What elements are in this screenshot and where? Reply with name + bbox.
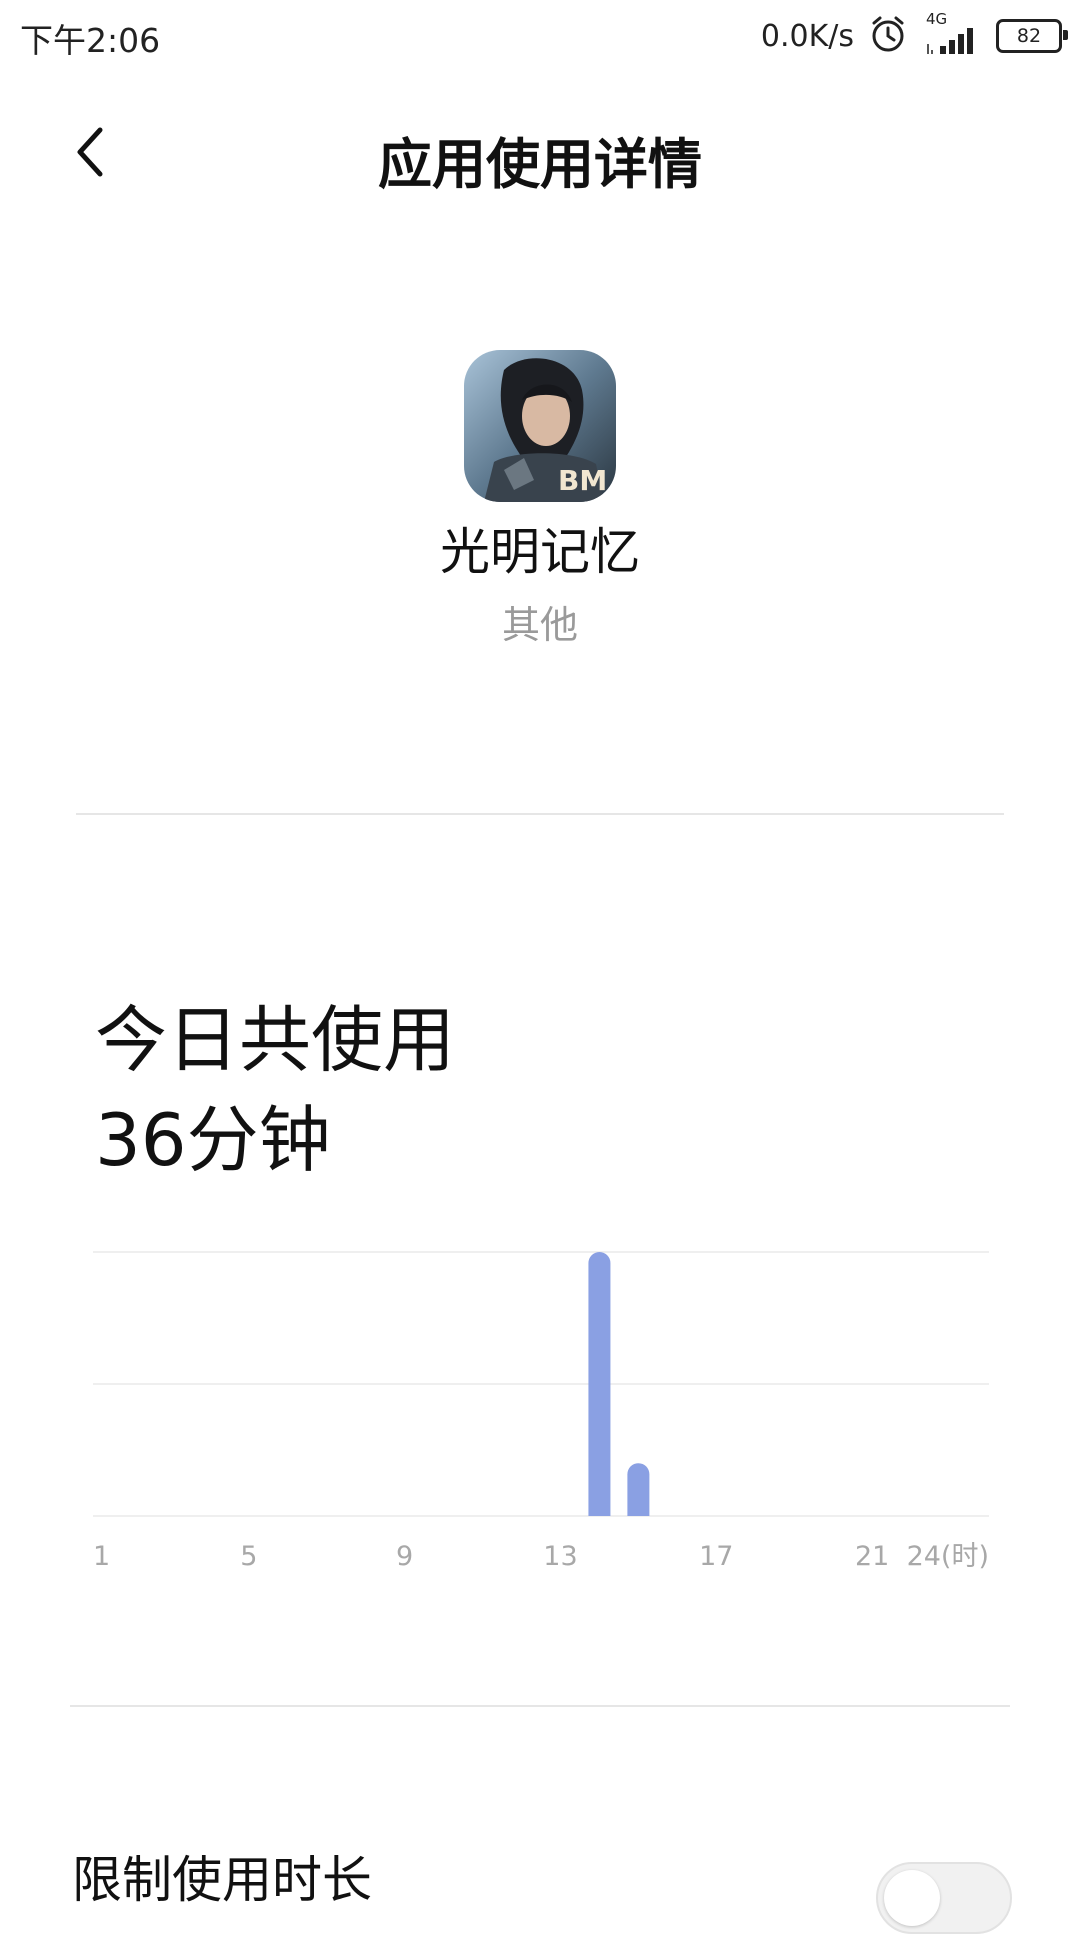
chart-tick-label: 21 [855, 1541, 889, 1572]
app-category: 其他 [501, 603, 578, 647]
divider [70, 1705, 1010, 1707]
chart-tick-label: 13 [543, 1541, 577, 1572]
chart-bar [588, 1252, 611, 1516]
status-time: 下午2:06 [20, 21, 161, 60]
battery-icon: 82 [996, 19, 1068, 53]
usage-summary: 今日共使用 36分钟 [95, 990, 455, 1190]
chart-bar [627, 1463, 650, 1516]
limit-usage-label: 限制使用时长 [72, 1851, 372, 1909]
usage-chart-svg: 1 5 9 13 17 21 24(时) [93, 1251, 989, 1572]
usage-duration: 36分钟 [95, 1098, 331, 1182]
usage-chart: 1 5 9 13 17 21 24(时) [93, 1240, 989, 1580]
battery-level: 82 [1016, 25, 1042, 47]
toggle-knob [884, 1870, 940, 1926]
usage-label: 今日共使用 [95, 998, 456, 1082]
limit-usage-toggle[interactable] [876, 1862, 1012, 1934]
chart-tick-label: 1 [93, 1541, 110, 1572]
divider [76, 813, 1004, 815]
signal-icon: 4G [922, 10, 982, 56]
chart-tick-label: 5 [240, 1541, 257, 1572]
app-icon-badge: BM [558, 464, 607, 497]
chart-tick-label: 17 [699, 1541, 733, 1572]
header: 应用使用详情 [0, 100, 1080, 210]
chart-tick-label: 24(时) [907, 1541, 989, 1572]
app-icon: BM [464, 350, 616, 502]
page-title: 应用使用详情 [378, 133, 702, 196]
network-speed: 0.0K/s [760, 18, 854, 54]
status-bar: 下午2:06 0.0K/s 4G 82 [0, 0, 1080, 72]
chart-tick-label: 9 [396, 1541, 413, 1572]
app-info: BM 光明记忆 其他 [0, 350, 1080, 649]
status-icons: 0.0K/s 4G 82 [760, 10, 1068, 58]
alarm-icon [868, 14, 908, 58]
app-name: 光明记忆 [440, 523, 640, 581]
